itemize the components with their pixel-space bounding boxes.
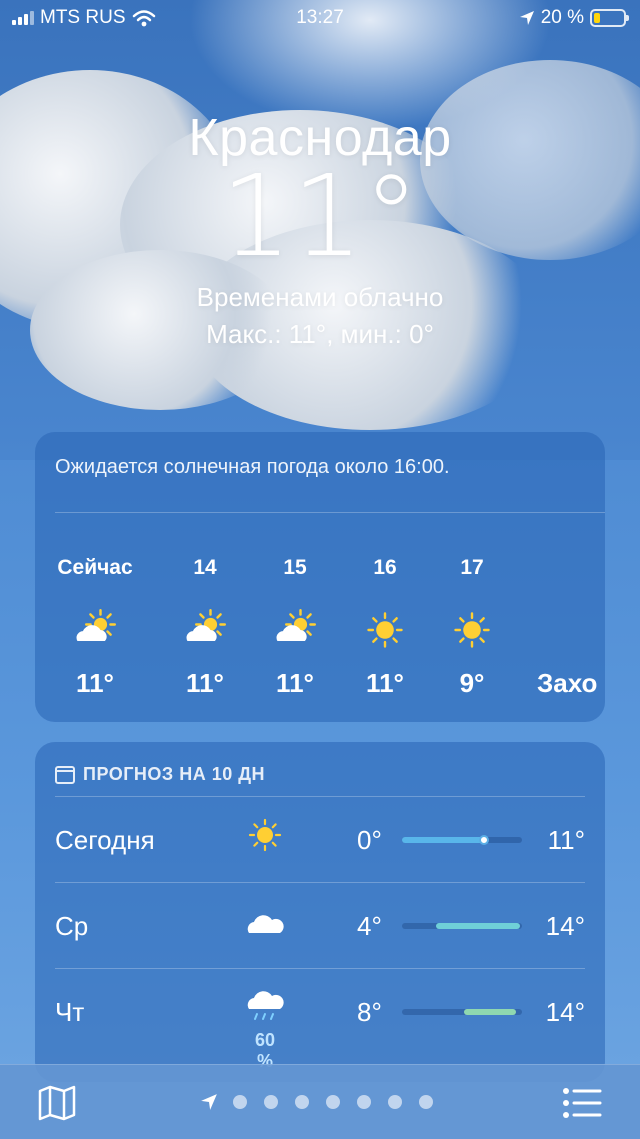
high-low-text: Макс.: 11°, мин.: 0° [206, 319, 434, 349]
daily-forecast-card[interactable]: ПРОГНОЗ НА 10 ДН Сегодня 0° 11° Ср 4° 14°… [35, 742, 605, 1082]
daily-row[interactable]: Сегодня 0° 11° [55, 796, 585, 882]
hourly-item: 15 11° [250, 556, 340, 699]
page-dot[interactable] [233, 1095, 247, 1109]
hour-temperature: 11° [76, 668, 114, 698]
hour-label: 17 [460, 556, 484, 579]
page-dot[interactable] [388, 1095, 402, 1109]
partly-sunny-icon [273, 608, 317, 648]
hourly-item: 14 11° [160, 556, 250, 699]
temperature-range-fill [464, 1009, 516, 1015]
bottom-toolbar [0, 1064, 640, 1139]
temperature-range-fill [435, 923, 520, 929]
hourly-item: 17 9° [427, 556, 517, 699]
current-temp-marker [478, 835, 489, 845]
current-temperature: 11° [220, 152, 420, 282]
temperature-range-bar [402, 923, 522, 929]
hour-label: 16 [373, 556, 397, 579]
hour-label: 14 [193, 556, 217, 579]
hour-temperature: 11° [186, 668, 224, 698]
hourly-item: 16 11° [340, 556, 430, 699]
hour-temperature: 11° [366, 668, 404, 698]
daily-row[interactable]: Ср 4° 14° [55, 882, 585, 968]
hour-temperature: 11° [276, 668, 314, 698]
temperature-range-bar [402, 1009, 522, 1015]
forecast-notice: Ожидается солнечная погода около 16:00. [55, 456, 450, 478]
hourly-item: Сейчас 11° [50, 556, 140, 699]
page-dot[interactable] [326, 1095, 340, 1109]
status-bar: MTS RUS 13:27 20 % [0, 0, 640, 36]
sunset-label: Захо [537, 668, 598, 698]
sun-icon [450, 608, 494, 648]
hour-label: 15 [283, 556, 307, 579]
temperature-range-fill [402, 837, 486, 843]
daily-forecast-title: ПРОГНОЗ НА 10 ДН [55, 764, 265, 785]
hourly-item-sunset: Захо [525, 556, 615, 699]
high-temperature: 11° [547, 825, 585, 855]
partly-sunny-icon [73, 608, 117, 648]
cloud-icon [245, 915, 285, 945]
divider [55, 512, 605, 513]
high-temperature: 14° [545, 997, 585, 1027]
location-arrow-icon [201, 1094, 217, 1110]
day-label: Ср [55, 911, 89, 941]
condition-text: Временами облачно [196, 282, 444, 312]
battery-percent: 20 % [540, 7, 584, 28]
page-dot[interactable] [295, 1095, 309, 1109]
page-dot[interactable] [419, 1095, 433, 1109]
hourly-forecast-card[interactable]: Ожидается солнечная погода около 16:00. … [35, 432, 605, 722]
low-temperature: 0° [357, 825, 382, 855]
daily-row[interactable]: Чт 60 % 8° 14° [55, 968, 585, 1071]
low-temperature: 4° [357, 911, 382, 941]
page-dot[interactable] [357, 1095, 371, 1109]
calendar-icon [55, 765, 75, 784]
temperature-range-bar [402, 835, 522, 845]
daily-title-text: ПРОГНОЗ НА 10 ДН [83, 764, 266, 784]
sun-icon [363, 608, 407, 648]
high-temperature: 14° [545, 911, 585, 941]
location-arrow-icon [519, 11, 534, 25]
current-weather: Краснодар 11° Временами облачно Макс.: 1… [0, 108, 640, 350]
hour-label: Сейчас [57, 556, 133, 579]
day-label: Чт [55, 997, 85, 1027]
list-icon[interactable] [562, 1087, 602, 1119]
partly-sunny-icon [183, 608, 227, 648]
page-dot[interactable] [264, 1095, 278, 1109]
sun-icon [245, 818, 285, 859]
day-label: Сегодня [55, 825, 155, 855]
low-temperature: 8° [357, 997, 382, 1027]
battery-icon [590, 9, 629, 27]
hour-temperature: 9° [459, 668, 485, 698]
map-icon[interactable] [38, 1085, 76, 1121]
page-indicator[interactable] [200, 1093, 433, 1111]
rain-icon [245, 991, 285, 1031]
